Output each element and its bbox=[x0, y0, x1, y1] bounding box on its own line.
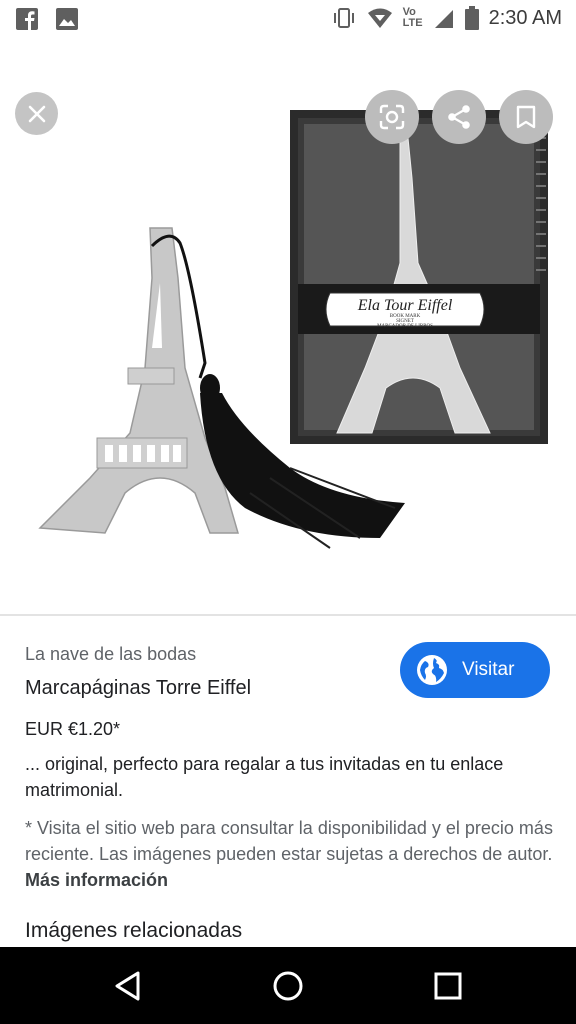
lens-button[interactable] bbox=[365, 90, 419, 144]
facebook-icon bbox=[16, 8, 38, 30]
box-label-line1: Ela Tour Eiffel bbox=[357, 297, 453, 314]
status-bar: Vo LTE 2:30 AM bbox=[0, 0, 576, 38]
visit-label: Visitar bbox=[462, 659, 515, 680]
vibrate-icon bbox=[333, 8, 354, 28]
globe-icon bbox=[417, 655, 447, 685]
status-time: 2:30 AM bbox=[488, 6, 562, 29]
more-info-link[interactable]: Más información bbox=[25, 870, 168, 890]
recents-icon[interactable] bbox=[431, 969, 465, 1003]
share-button[interactable] bbox=[432, 90, 486, 144]
lens-icon bbox=[379, 104, 405, 130]
close-icon bbox=[28, 105, 45, 122]
battery-icon bbox=[464, 6, 479, 30]
navigation-bar bbox=[0, 947, 576, 1024]
disclaimer: * Visita el sitio web para consultar la … bbox=[25, 815, 555, 893]
related-images-heading: Imágenes relacionadas bbox=[25, 919, 243, 942]
back-icon[interactable] bbox=[111, 969, 145, 1003]
result-title[interactable]: Marcapáginas Torre Eiffel bbox=[25, 677, 251, 700]
disclaimer-text: * Visita el sitio web para consultar la … bbox=[25, 818, 553, 864]
signal-icon bbox=[434, 10, 453, 28]
share-icon bbox=[448, 105, 470, 129]
result-description: ... original, perfecto para regalar a tu… bbox=[25, 754, 504, 800]
box-label-line4: MARCADOR DE LIBROS bbox=[377, 324, 433, 329]
gallery-icon bbox=[56, 8, 78, 30]
result-price: EUR €1.20* bbox=[25, 719, 121, 739]
gift-box: Ela Tour Eiffel BOOK MARK SIGNET MARCADO… bbox=[290, 110, 548, 444]
save-button[interactable] bbox=[499, 90, 553, 144]
close-button[interactable] bbox=[15, 92, 58, 135]
result-source[interactable]: La nave de las bodas bbox=[25, 644, 196, 665]
visit-button[interactable]: Visitar bbox=[400, 642, 550, 698]
wifi-icon bbox=[367, 8, 392, 28]
home-icon[interactable] bbox=[271, 969, 305, 1003]
product-image[interactable]: Ela Tour Eiffel BOOK MARK SIGNET MARCADO… bbox=[0, 38, 576, 614]
divider bbox=[0, 614, 576, 616]
bookmark-icon bbox=[516, 105, 536, 129]
volte-icon: Vo LTE bbox=[403, 7, 423, 29]
volte-label-bottom: LTE bbox=[402, 17, 423, 29]
product-photo: Ela Tour Eiffel BOOK MARK SIGNET MARCADO… bbox=[38, 110, 548, 549]
